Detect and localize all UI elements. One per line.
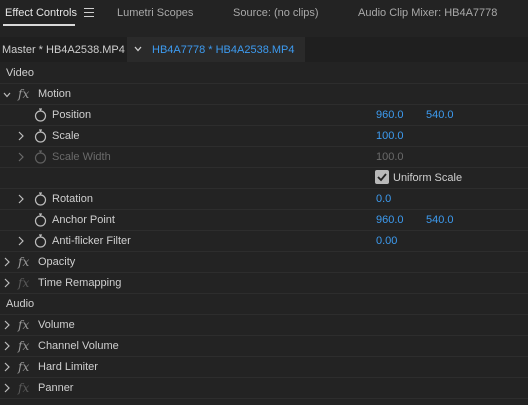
tab-effect-controls[interactable]: Effect Controls	[5, 7, 77, 19]
property-scale-width: Scale Width 100.0	[0, 147, 528, 168]
anchor-y-value[interactable]: 540.0	[426, 214, 454, 226]
effect-volume-label: Volume	[38, 319, 75, 331]
master-clip-label[interactable]: Master * HB4A2538.MP4	[2, 44, 125, 56]
clip-header: Master * HB4A2538.MP4 HB4A7778 * HB4A253…	[0, 37, 528, 62]
effect-opacity[interactable]: fx Opacity	[0, 252, 528, 273]
active-tab-indicator	[3, 24, 75, 26]
property-anti-flicker: Anti-flicker Filter 0.00	[0, 231, 528, 252]
tab-audio-clip-mixer[interactable]: Audio Clip Mixer: HB4A7778	[358, 7, 497, 19]
uniform-scale-label[interactable]: Uniform Scale	[393, 172, 462, 184]
effect-channel-volume[interactable]: fx Channel Volume	[0, 336, 528, 357]
uniform-scale-checkbox[interactable]	[375, 170, 389, 184]
effect-motion[interactable]: fx Motion	[0, 84, 528, 105]
chevron-right-icon[interactable]	[17, 131, 25, 141]
effect-motion-label: Motion	[38, 88, 72, 100]
fx-icon[interactable]: fx	[18, 255, 29, 269]
property-scale-label: Scale	[52, 130, 80, 142]
chevron-right-icon[interactable]	[3, 278, 11, 288]
chevron-right-icon[interactable]	[17, 236, 25, 246]
fx-icon[interactable]: fx	[18, 360, 29, 374]
chevron-right-icon[interactable]	[3, 383, 11, 393]
checkbox-icon	[377, 173, 387, 182]
effect-volume[interactable]: fx Volume	[0, 315, 528, 336]
stopwatch-icon[interactable]	[34, 234, 47, 248]
chevron-right-icon[interactable]	[3, 320, 11, 330]
property-position: Position 960.0 540.0	[0, 105, 528, 126]
section-video: Video	[0, 63, 528, 84]
fx-icon: fx	[18, 381, 30, 395]
anti-flicker-value[interactable]: 0.00	[376, 235, 397, 247]
panel-tab-bar: Effect Controls Lumetri Scopes Source: (…	[0, 0, 528, 27]
effect-time-remapping-label: Time Remapping	[38, 277, 122, 289]
tab-lumetri-scopes[interactable]: Lumetri Scopes	[117, 7, 193, 19]
rotation-value[interactable]: 0.0	[376, 193, 391, 205]
chevron-right-icon[interactable]	[3, 341, 11, 351]
fx-icon[interactable]: fx	[18, 339, 29, 353]
property-scale: Scale 100.0	[0, 126, 528, 147]
section-video-label: Video	[6, 67, 34, 79]
effect-hard-limiter[interactable]: fx Hard Limiter	[0, 357, 528, 378]
stopwatch-icon[interactable]	[34, 192, 47, 206]
chevron-right-icon[interactable]	[17, 194, 25, 204]
position-x-value[interactable]: 960.0	[376, 109, 404, 121]
fx-icon[interactable]: fx	[18, 318, 29, 332]
position-y-value[interactable]: 540.0	[426, 109, 454, 121]
section-audio-label: Audio	[6, 298, 35, 310]
chevron-down-icon[interactable]	[3, 90, 11, 100]
chevron-right-icon[interactable]	[3, 257, 11, 267]
property-rotation: Rotation 0.0	[0, 189, 528, 210]
section-audio: Audio	[0, 294, 528, 315]
property-position-label: Position	[52, 109, 92, 121]
scale-value[interactable]: 100.0	[376, 130, 404, 142]
property-anchor-point: Anchor Point 960.0 540.0	[0, 210, 528, 231]
active-clip-selector[interactable]: HB4A7778 * HB4A2538.MP4	[127, 37, 305, 62]
effect-panner[interactable]: fx Panner	[0, 378, 528, 399]
scale-width-value: 100.0	[376, 151, 404, 163]
chevron-down-icon[interactable]	[134, 45, 142, 53]
chevron-right-icon[interactable]	[17, 152, 25, 162]
stopwatch-icon[interactable]	[34, 108, 47, 122]
tab-source[interactable]: Source: (no clips)	[233, 7, 319, 19]
anchor-x-value[interactable]: 960.0	[376, 214, 404, 226]
chevron-right-icon[interactable]	[3, 362, 11, 372]
property-anti-flicker-label: Anti-flicker Filter	[52, 235, 131, 247]
stopwatch-icon[interactable]	[34, 213, 47, 227]
effect-time-remapping[interactable]: fx Time Remapping	[0, 273, 528, 294]
effect-panner-label: Panner	[38, 382, 74, 394]
effect-opacity-label: Opacity	[38, 256, 76, 268]
effect-channel-volume-label: Channel Volume	[38, 340, 119, 352]
property-rotation-label: Rotation	[52, 193, 93, 205]
active-clip-label[interactable]: HB4A7778 * HB4A2538.MP4	[152, 44, 294, 56]
menu-icon[interactable]	[84, 8, 96, 18]
property-uniform-scale: Uniform Scale	[0, 168, 528, 189]
stopwatch-icon	[34, 150, 47, 164]
property-anchor-point-label: Anchor Point	[52, 214, 115, 226]
effect-hard-limiter-label: Hard Limiter	[38, 361, 98, 373]
fx-icon: fx	[18, 276, 30, 290]
property-scale-width-label: Scale Width	[52, 151, 111, 163]
fx-icon[interactable]: fx	[18, 87, 29, 101]
stopwatch-icon[interactable]	[34, 129, 47, 143]
